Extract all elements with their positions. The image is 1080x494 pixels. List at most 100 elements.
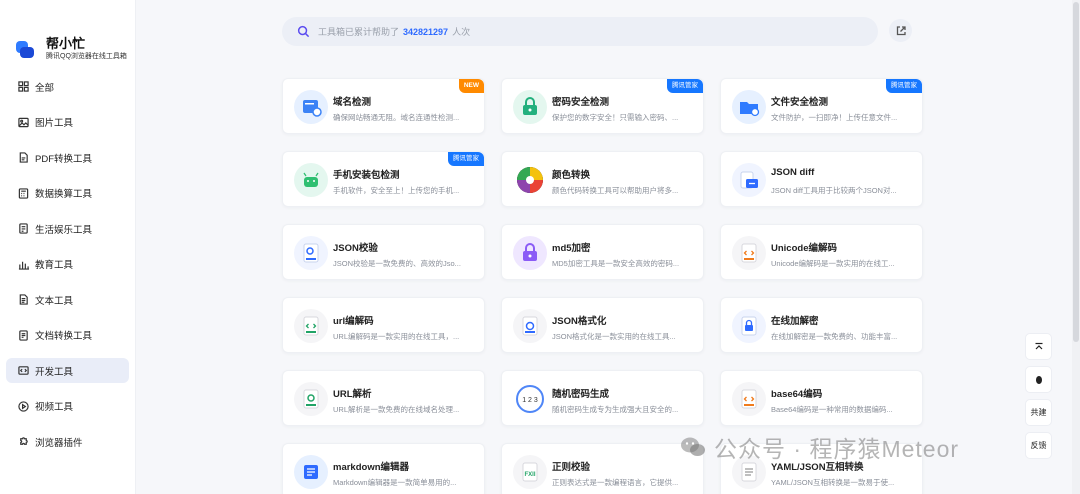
tool-desc: JSON diff工具用于比较两个JSON对... [771, 186, 897, 195]
video-icon [17, 400, 29, 412]
feedback-label: 反馈 [1030, 441, 1047, 450]
tool-name: 文件安全检测 [771, 97, 829, 108]
brand-logo-icon [16, 39, 36, 59]
brand-title: 帮小忙 [46, 36, 86, 51]
sidebar-item-calculator[interactable]: 数据换算工具 [6, 181, 129, 206]
tool-desc: YAML/JSON互相转换是一款易于使... [771, 478, 895, 487]
tool-card[interactable]: Unicode编解码 Unicode编解码是一款实用的在线工... [720, 224, 923, 280]
bar-chart-icon [17, 258, 29, 270]
tool-card[interactable]: 1 2 3 随机密码生成 随机密码生成专为生成强大且安全的... [501, 370, 704, 426]
qq-button[interactable] [1025, 366, 1052, 393]
back-to-top-icon [1035, 342, 1042, 349]
sidebar-item-bar-chart[interactable]: 教育工具 [6, 252, 129, 277]
file-lock-icon [732, 309, 766, 343]
tool-desc: 文件防护，一扫即净！上传任意文件... [771, 113, 898, 122]
sidebar-item-image[interactable]: 图片工具 [6, 110, 129, 135]
tool-card[interactable]: markdown编辑器 Markdown编辑器是一款简单易用的... [282, 443, 485, 494]
tool-desc: Markdown编辑器是一款简单易用的... [333, 478, 457, 487]
tool-name: JSON diff [771, 167, 815, 178]
sidebar-item-text[interactable]: 文本工具 [6, 287, 129, 312]
life-icon [17, 223, 29, 235]
text-icon [17, 294, 29, 306]
search-bar[interactable]: 工具箱已累计帮助了 342821297 人次 [282, 17, 878, 46]
tool-desc: 颜色代码转换工具可以帮助用户将多... [552, 186, 679, 195]
sidebar-item-life[interactable]: 生活娱乐工具 [6, 216, 129, 241]
tool-name: Unicode编解码 [771, 243, 837, 254]
tool-card[interactable]: base64编码 Base64编码是一种常用的数据编码... [720, 370, 923, 426]
tool-card[interactable]: URL解析 URL解析是一款免费的在线域名处理... [282, 370, 485, 426]
url-parse-icon [294, 382, 328, 416]
sidebar-item-all[interactable]: 全部 [6, 74, 129, 99]
feedback-button[interactable]: 反馈 [1025, 432, 1052, 459]
tool-card[interactable]: FXII 正则校验正则表达式是一款编程语言，它提供... [501, 443, 704, 494]
sidebar-item-pdf[interactable]: PDF转换工具 [6, 145, 129, 170]
tool-name: base64编码 [771, 389, 823, 400]
plugin-icon [17, 436, 29, 448]
tool-card[interactable]: 在线加解密 在线加解密是一款免费的、功能丰富... [720, 297, 923, 353]
password-lock-icon [513, 90, 547, 124]
tool-desc: 手机软件，安全至上！上传您的手机... [333, 186, 460, 195]
tool-card[interactable]: JSON格式化 JSON格式化是一款实用的在线工具... [501, 297, 704, 353]
tool-name: JSON格式化 [552, 316, 607, 327]
random-123-icon: 1 2 3 [513, 382, 547, 416]
svg-text:FXII: FXII [524, 472, 535, 478]
tool-name: JSON校验 [333, 243, 378, 254]
tool-card[interactable]: 密码安全检测 保护您的数字安全！只需输入密码、... 腾讯管家 [501, 78, 704, 134]
tool-desc: 保护您的数字安全！只需输入密码、... [552, 113, 679, 122]
cobuild-button[interactable]: 共建 [1025, 399, 1052, 426]
sidebar-item-document[interactable]: 文档转换工具 [6, 323, 129, 348]
sidebar-item-plugin[interactable]: 浏览器插件 [6, 429, 129, 454]
sidebar-item-video[interactable]: 视频工具 [6, 394, 129, 419]
scrollbar-thumb[interactable] [1073, 2, 1079, 342]
tool-desc: URL解析是一款免费的在线域名处理... [333, 405, 460, 414]
search-prefix: 工具箱已累计帮助了 [318, 27, 400, 37]
tool-card[interactable]: 域名检测 确保网站畅通无阻。域名连通性检测... NEW [282, 78, 485, 134]
image-icon [17, 116, 29, 128]
tool-card[interactable]: JSON校验 JSON校验是一款免费的、高效的Jso... [282, 224, 485, 280]
json-diff-icon [732, 163, 766, 197]
tool-badge: NEW [458, 79, 484, 93]
base64-file-icon [732, 382, 766, 416]
svg-text:1 2 3: 1 2 3 [522, 397, 538, 404]
json-format-icon [513, 309, 547, 343]
md5-lock-icon [513, 236, 547, 270]
tool-name: 域名检测 [333, 97, 372, 108]
color-wheel-icon [513, 163, 547, 197]
sidebar-item-code[interactable]: 开发工具 [6, 358, 129, 383]
tool-name: 随机密码生成 [552, 389, 610, 400]
tool-name: 密码安全检测 [552, 97, 610, 108]
tool-name: 手机安装包检测 [333, 170, 400, 181]
document-icon [17, 329, 29, 341]
tool-name: 在线加解密 [771, 316, 819, 327]
sidebar-item-label: 开发工具 [35, 366, 74, 378]
tool-desc: Base64编码是一种常用的数据编码... [771, 405, 893, 414]
sidebar-item-label: 文档转换工具 [35, 331, 93, 342]
markdown-icon [294, 455, 328, 489]
tool-card[interactable]: 文件安全检测 文件防护，一扫即净！上传任意文件... 腾讯管家 [720, 78, 923, 134]
brand[interactable]: 帮小忙 腾讯QQ浏览器在线工具箱 [0, 0, 135, 74]
tool-name: markdown编辑器 [333, 462, 410, 473]
domain-icon [294, 90, 328, 124]
tool-card[interactable]: YAML/JSON互相转换 YAML/JSON互相转换是一款易于使... [720, 443, 923, 494]
sidebar-item-label: 视频工具 [35, 402, 74, 413]
tool-desc: JSON格式化是一款实用的在线工具... [552, 332, 676, 341]
sidebar: 帮小忙 腾讯QQ浏览器在线工具箱 全部图片工具 PDF转换工具 数据换算工具生活娱乐… [0, 0, 136, 494]
url-code-icon [294, 309, 328, 343]
tool-card[interactable]: JSON diff JSON diff工具用于比较两个JSON对... [720, 151, 923, 207]
tool-card[interactable]: url编解码 URL编解码是一款实用的在线工具，... [282, 297, 485, 353]
tool-desc: 正则表达式是一款编程语言，它提供... [552, 478, 679, 487]
sidebar-nav: 全部图片工具 PDF转换工具 数据换算工具生活娱乐工具教育工具文本工具文档转换工具开… [0, 74, 135, 454]
tool-card[interactable]: 颜色转换 颜色代码转换工具可以帮助用户将多... [501, 151, 704, 207]
tool-card[interactable]: 手机安装包检测 手机软件，安全至上！上传您的手机... 腾讯管家 [282, 151, 485, 207]
tool-card[interactable]: md5加密 MD5加密工具是一款安全高效的密码... [501, 224, 704, 280]
sidebar-item-label: 全部 [35, 82, 55, 94]
share-button[interactable] [889, 19, 912, 42]
tool-desc: Unicode编解码是一款实用的在线工... [771, 259, 895, 268]
tool-desc: URL编解码是一款实用的在线工具，... [333, 332, 460, 341]
tool-name: 正则校验 [552, 462, 591, 473]
sidebar-item-label: 生活娱乐工具 [35, 224, 93, 236]
android-icon [294, 163, 328, 197]
scrollbar[interactable] [1072, 0, 1080, 494]
sidebar-item-label: 浏览器插件 [35, 437, 83, 449]
back-to-top-button[interactable] [1025, 333, 1052, 360]
